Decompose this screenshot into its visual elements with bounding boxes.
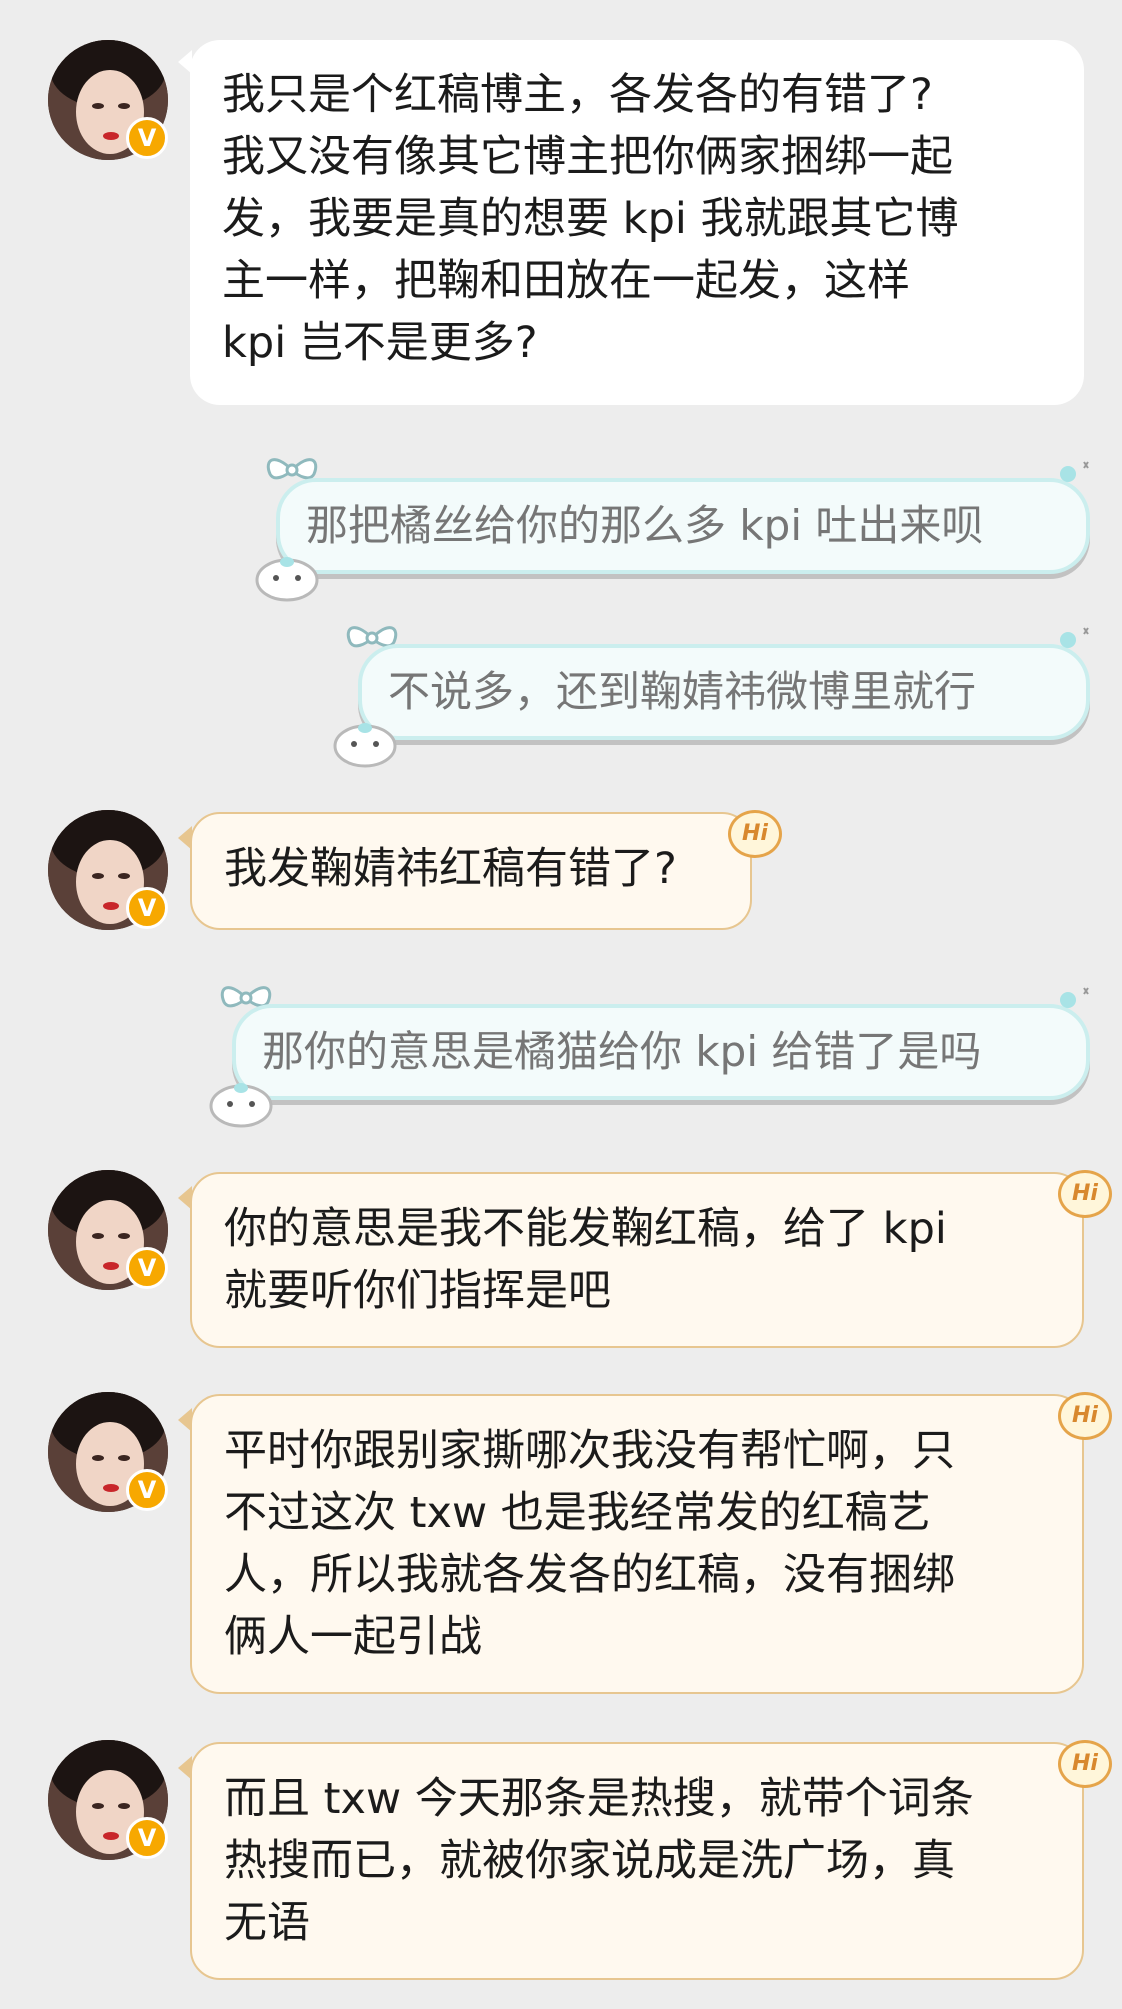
chat-bubble[interactable]: 那把橘丝给你的那么多 kpi 吐出来呗 <box>276 478 1090 574</box>
chat-bubble[interactable]: 平时你跟别家撕哪次我没有帮忙啊，只 不过这次 txw 也是我经常发的红稿艺 人，… <box>190 1394 1084 1694</box>
chat-bubble[interactable]: 而且 txw 今天那条是热搜，就带个词条 热搜而已，就被你家说成是洗广场，真 无… <box>190 1742 1084 1980</box>
hi-badge-icon: Hi <box>1058 1392 1112 1440</box>
cat-sticker-icon <box>333 723 397 768</box>
message-line: 你的意思是我不能发鞠红稿，给了 kpi <box>224 1204 947 1254</box>
verified-badge-icon: V <box>126 1247 168 1289</box>
verified-badge-icon: V <box>126 1817 168 1859</box>
chat-bubble[interactable]: 我发鞠婧祎红稿有错了? <box>190 812 752 930</box>
chat-bubble[interactable]: 那你的意思是橘猫给你 kpi 给错了是吗 <box>232 1004 1090 1100</box>
chat-bubble[interactable]: 你的意思是我不能发鞠红稿，给了 kpi 就要听你们指挥是吧 <box>190 1172 1084 1348</box>
message-line: 我又没有像其它博主把你俩家捆绑一起 <box>222 132 953 182</box>
hi-badge-icon: Hi <box>1058 1170 1112 1218</box>
message-text: 那你的意思是橘猫给你 kpi 给错了是吗 <box>262 1027 982 1076</box>
chat-bubble[interactable]: 我只是个红稿博主，各发各的有错了? 我又没有像其它博主把你俩家捆绑一起 发，我要… <box>190 40 1084 405</box>
message-line: 而且 txw 今天那条是热搜，就带个词条 <box>224 1774 974 1824</box>
message-text: 不说多，还到鞠婧祎微博里就行 <box>388 667 977 716</box>
chat-bubble[interactable]: 不说多，还到鞠婧祎微博里就行 <box>358 644 1090 740</box>
message-line: 不过这次 txw 也是我经常发的红稿艺 <box>224 1488 931 1538</box>
message-line: 热搜而已，就被你家说成是洗广场，真 <box>224 1836 955 1886</box>
hi-badge-icon: Hi <box>1058 1740 1112 1788</box>
message-line: 无语 <box>224 1898 310 1948</box>
sparkle-icon <box>1060 627 1089 648</box>
verified-badge-icon: V <box>126 887 168 929</box>
message-line: 就要听你们指挥是吧 <box>224 1266 611 1316</box>
verified-badge-icon: V <box>126 1469 168 1511</box>
message-line: 发，我要是真的想要 kpi 我就跟其它博 <box>222 194 959 244</box>
message-line: 我发鞠婧祎红稿有错了? <box>224 844 677 894</box>
sparkle-icon <box>1060 987 1089 1008</box>
sparkle-icon <box>1060 461 1089 482</box>
verified-badge-icon: V <box>126 117 168 159</box>
hi-badge-icon: Hi <box>728 810 782 858</box>
message-line: 平时你跟别家撕哪次我没有帮忙啊，只 <box>224 1426 955 1476</box>
message-line: 我只是个红稿博主，各发各的有错了? <box>222 70 933 120</box>
message-line: 人，所以我就各发各的红稿，没有捆绑 <box>224 1550 955 1600</box>
cat-sticker-icon <box>209 1083 273 1128</box>
message-line: kpi 岂不是更多? <box>222 318 538 368</box>
message-text: 那把橘丝给你的那么多 kpi 吐出来呗 <box>306 501 984 550</box>
cat-sticker-icon <box>255 557 319 602</box>
message-line: 主一样，把鞠和田放在一起发，这样 <box>222 256 910 306</box>
message-line: 俩人一起引战 <box>224 1612 482 1662</box>
